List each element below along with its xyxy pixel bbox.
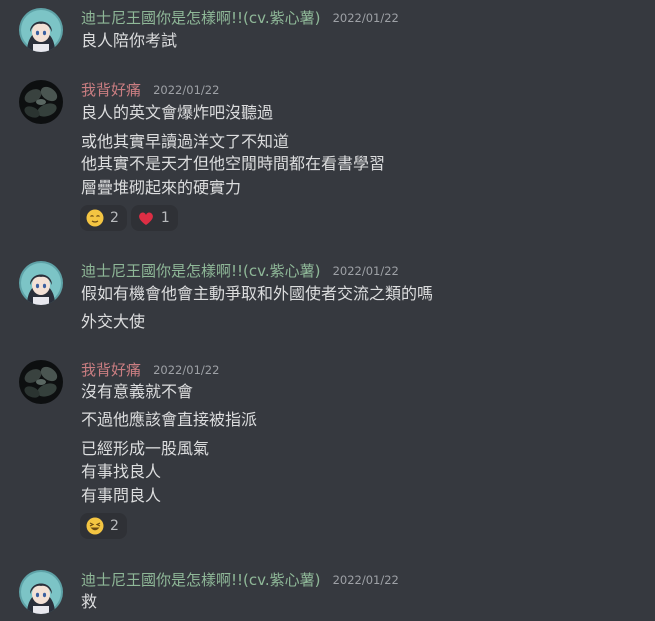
avatar[interactable] bbox=[19, 8, 63, 52]
message-text: 沒有意義就不會 bbox=[81, 382, 194, 401]
reaction-count: 1 bbox=[160, 210, 170, 226]
message-text: 他其實不是天才但他空閒時間都在看書學習 bbox=[81, 154, 386, 173]
message-header: 我背好痛 2022/01/22 bbox=[81, 80, 220, 99]
dark-plant-avatar-icon bbox=[19, 360, 63, 404]
timestamp: 2022/01/22 bbox=[332, 11, 399, 25]
message-text: 已經形成一股風氣 bbox=[81, 439, 210, 458]
avatar[interactable] bbox=[19, 80, 63, 124]
heart-emoji-icon bbox=[137, 209, 155, 227]
message-text: 有事問良人 bbox=[81, 486, 162, 505]
avatar[interactable] bbox=[19, 570, 63, 614]
username[interactable]: 迪士尼王國你是怎樣啊!!(cv.紫心薯) bbox=[81, 262, 320, 280]
timestamp: 2022/01/22 bbox=[153, 363, 220, 377]
message-text: 良人的英文會爆炸吧沒聽過 bbox=[81, 103, 274, 122]
relieved-face-emoji-icon bbox=[86, 209, 104, 227]
timestamp: 2022/01/22 bbox=[332, 264, 399, 278]
message-text: 不過他應該會直接被指派 bbox=[81, 410, 258, 429]
username[interactable]: 我背好痛 bbox=[81, 361, 141, 379]
anime-girl-avatar-icon bbox=[19, 570, 63, 614]
dark-plant-avatar-icon bbox=[19, 80, 63, 124]
username[interactable]: 我背好痛 bbox=[81, 81, 141, 99]
message-text: 救 bbox=[81, 592, 98, 611]
timestamp: 2022/01/22 bbox=[153, 83, 220, 97]
message-header: 我背好痛 2022/01/22 bbox=[81, 360, 220, 379]
reaction-count: 2 bbox=[110, 518, 119, 534]
username[interactable]: 迪士尼王國你是怎樣啊!!(cv.紫心薯) bbox=[81, 9, 320, 27]
message-header: 迪士尼王國你是怎樣啊!!(cv.紫心薯) 2022/01/22 bbox=[81, 570, 399, 589]
reaction-button[interactable]: 2 bbox=[80, 205, 127, 231]
message-text: 假如有機會他會主動爭取和外國使者交流之類的嗎 bbox=[81, 284, 434, 303]
message-header: 迪士尼王國你是怎樣啊!!(cv.紫心薯) 2022/01/22 bbox=[81, 261, 399, 280]
chat-message-list[interactable]: 迪士尼王國你是怎樣啊!!(cv.紫心薯) 2022/01/22 良人陪你考試 我… bbox=[0, 0, 655, 621]
message-text: 或他其實早讀過洋文了不知道 bbox=[81, 132, 290, 151]
reaction-bar: 2 1 bbox=[80, 205, 182, 231]
message-text: 良人陪你考試 bbox=[81, 31, 178, 50]
anime-girl-avatar-icon bbox=[19, 8, 63, 52]
reaction-button[interactable]: 2 bbox=[80, 513, 127, 539]
message-text: 層疊堆砌起來的硬實力 bbox=[81, 178, 242, 197]
timestamp: 2022/01/22 bbox=[332, 573, 399, 587]
reaction-bar: 2 bbox=[80, 513, 131, 539]
avatar[interactable] bbox=[19, 261, 63, 305]
message-text: 外交大使 bbox=[81, 312, 146, 331]
reaction-button[interactable]: 1 bbox=[130, 205, 178, 231]
message-text: 有事找良人 bbox=[81, 462, 162, 481]
anime-girl-avatar-icon bbox=[19, 261, 63, 305]
username[interactable]: 迪士尼王國你是怎樣啊!!(cv.紫心薯) bbox=[81, 571, 320, 589]
laughing-face-emoji-icon bbox=[86, 517, 104, 535]
reaction-count: 2 bbox=[110, 210, 119, 226]
avatar[interactable] bbox=[19, 360, 63, 404]
message-header: 迪士尼王國你是怎樣啊!!(cv.紫心薯) 2022/01/22 bbox=[81, 8, 399, 27]
